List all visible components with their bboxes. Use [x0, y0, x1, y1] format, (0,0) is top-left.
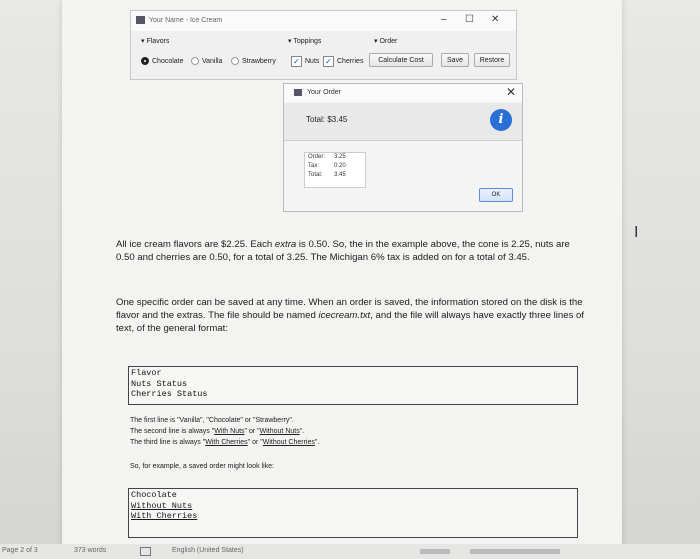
example-box: Chocolate Without Nuts With Cherries — [128, 488, 578, 538]
app-window-icon — [136, 16, 145, 24]
dialog-title: Your Order — [307, 89, 341, 96]
line1-description: The first line is "Vanilla", "Chocolate"… — [130, 417, 294, 424]
checkbox-cherries-box[interactable]: ✓ — [323, 56, 334, 67]
dialog-close-icon[interactable]: ✕ — [506, 85, 516, 99]
format-line: Flavor — [131, 368, 162, 378]
toppings-heading: ▾ Toppings — [288, 38, 322, 45]
radio-vanilla-dot[interactable] — [191, 57, 199, 65]
close-icon[interactable]: ✕ — [491, 14, 499, 25]
flavors-heading: ▾ Flavors — [141, 38, 170, 45]
line2-post: ". — [299, 428, 305, 435]
example-line: Without Nuts — [131, 500, 193, 511]
receipt-value: 0.20 — [334, 163, 346, 169]
dialog-titlebar: Your Order ✕ — [284, 84, 522, 102]
checkbox-nuts[interactable]: ✓ Nuts — [291, 56, 319, 67]
line2-pre: The second line is always " — [130, 428, 215, 435]
radio-vanilla[interactable]: Vanilla — [191, 57, 223, 65]
checkbox-cherries[interactable]: ✓ Cherries — [323, 56, 363, 67]
info-icon: i — [490, 109, 512, 131]
save-button[interactable]: Save — [441, 53, 469, 67]
para1-emphasis: extra — [274, 239, 297, 250]
order-dialog: Your Order ✕ Total: $3.45 i Order: 3.25 T… — [283, 83, 523, 212]
format-line: Cherries Status — [131, 389, 208, 399]
checkbox-cherries-label: Cherries — [337, 58, 364, 65]
radio-strawberry-dot[interactable] — [231, 57, 239, 65]
ok-button[interactable]: OK — [479, 188, 513, 202]
dialog-total-text: Total: $3.45 — [306, 115, 348, 124]
receipt-key: Total: — [308, 172, 323, 178]
format-box: Flavor Nuts Status Cherries Status — [128, 366, 578, 405]
receipt-row: Tax: 0.20 — [305, 162, 365, 171]
zoom-slider[interactable] — [470, 549, 560, 554]
app-title: Your Name - Ice Cream — [149, 17, 223, 24]
order-heading-label: Order — [379, 38, 398, 45]
icecream-app-window: Your Name - Ice Cream – ☐ ✕ ▾ Flavors ▾ … — [130, 10, 517, 80]
radio-chocolate[interactable]: Chocolate — [141, 57, 184, 65]
paragraph-save: One specific order can be saved at any t… — [116, 296, 586, 335]
radio-vanilla-label: Vanilla — [202, 57, 223, 65]
calculate-cost-button[interactable]: Calculate Cost — [369, 53, 433, 67]
para1-text-a: All ice cream flavors are $2.25. Each — [116, 239, 275, 250]
toppings-heading-label: Toppings — [293, 38, 322, 45]
radio-strawberry-label: Strawberry — [242, 57, 276, 65]
checkbox-nuts-label: Nuts — [305, 58, 320, 65]
receipt-value: 3.25 — [334, 154, 346, 160]
view-mode-icon[interactable] — [420, 549, 450, 554]
page-count[interactable]: Page 2 of 3 — [2, 547, 38, 554]
radio-chocolate-dot[interactable] — [141, 57, 149, 65]
line3-with-cherries: With Cherries — [205, 439, 248, 446]
app-titlebar: Your Name - Ice Cream – ☐ ✕ — [131, 11, 516, 31]
line3-without-cherries: Without Cherries — [262, 439, 315, 446]
example-line: Chocolate — [131, 490, 177, 500]
radio-chocolate-label: Chocolate — [152, 57, 184, 65]
line2-mid: " or " — [244, 428, 260, 435]
line2-without-nuts: Without Nuts — [259, 428, 300, 435]
line3-description: The third line is always "With Cherries"… — [130, 438, 319, 448]
word-count[interactable]: 373 words — [74, 547, 106, 554]
receipt-row: Order: 3.25 — [305, 153, 365, 162]
paragraph-pricing: All ice cream flavors are $2.25. Each ex… — [116, 238, 586, 264]
line3-post: ". — [314, 439, 320, 446]
receipt-textarea[interactable]: Order: 3.25 Tax: 0.20 Total: 3.45 — [304, 152, 366, 188]
status-bar: Page 2 of 3 373 words English (United St… — [0, 544, 700, 559]
dialog-window-icon — [294, 89, 302, 96]
receipt-key: Order: — [308, 154, 326, 160]
receipt-row: Total: 3.45 — [305, 171, 365, 180]
text-cursor-icon: I — [634, 224, 639, 241]
line3-mid: " or " — [247, 439, 263, 446]
format-line: Nuts Status — [131, 378, 188, 389]
line2-with-nuts: With Nuts — [214, 428, 245, 435]
radio-strawberry[interactable]: Strawberry — [231, 57, 276, 65]
example-line: With Cherries — [131, 511, 198, 521]
minimize-icon[interactable]: – — [441, 14, 447, 25]
flavors-heading-label: Flavors — [146, 38, 170, 45]
receipt-key: Tax: — [308, 163, 320, 169]
line3-pre: The third line is always " — [130, 439, 206, 446]
maximize-icon[interactable]: ☐ — [465, 14, 474, 25]
line2-description: The second line is always "With Nuts" or… — [130, 427, 304, 437]
order-heading: ▾ Order — [374, 38, 398, 45]
checkbox-nuts-box[interactable]: ✓ — [291, 56, 302, 67]
example-intro: So, for example, a saved order might loo… — [130, 463, 274, 470]
restore-button[interactable]: Restore — [474, 53, 510, 67]
receipt-value: 3.45 — [334, 172, 346, 178]
proofing-icon[interactable] — [140, 547, 151, 556]
para2-filename: icecream.txt — [318, 310, 371, 321]
language-indicator[interactable]: English (United States) — [172, 547, 244, 554]
